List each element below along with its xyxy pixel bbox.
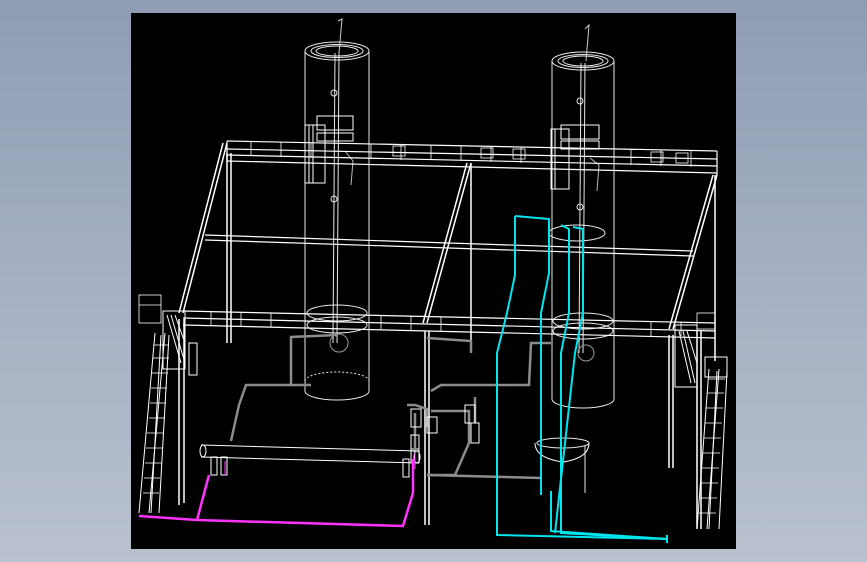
left-stair[interactable] [138,310,198,514]
cad-application-window [0,0,867,562]
gray-process-pipes [229,333,551,480]
right-column-tower[interactable] [534,23,615,493]
left-tower-access-platform [304,115,354,184]
plant-wireframe-drawing [138,18,728,543]
upper-platform-deck[interactable] [226,140,718,175]
left-column-tower[interactable] [304,18,370,401]
horizontal-vessel[interactable] [199,444,421,478]
lower-platform-deck[interactable] [138,294,716,339]
cyan-pipeline [496,215,668,543]
magenta-pipeline [138,459,415,528]
3d-wireframe-viewport[interactable] [131,13,736,549]
